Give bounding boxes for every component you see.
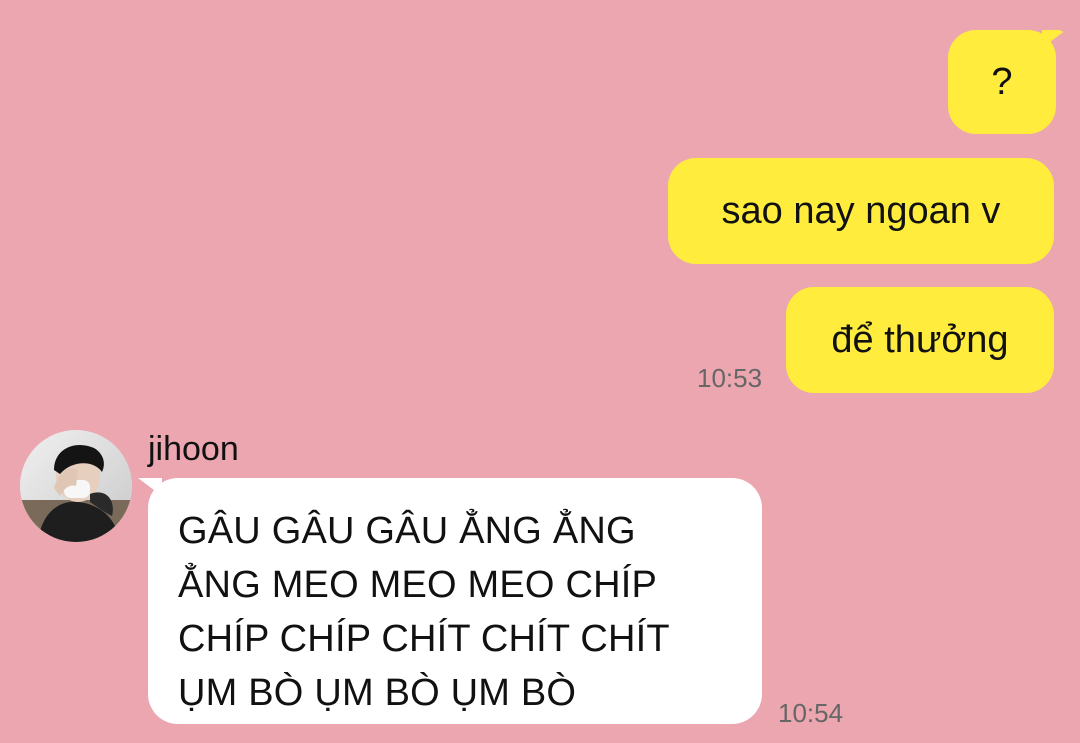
outgoing-message-text: để thưởng [831,319,1009,361]
incoming-message-text: GÂU GÂU GÂU ẲNG ẲNG ẲNG MEO MEO MEO CHÍP… [178,510,670,714]
outgoing-message-text: ? [991,61,1013,103]
avatar-photo [20,430,132,542]
bubble-tail [138,478,162,496]
outgoing-timestamp: 10:53 [697,363,763,393]
outgoing-message-bubble[interactable]: để thưởng [786,287,1054,393]
sender-avatar[interactable] [20,430,132,542]
outgoing-message-text: sao nay ngoan v [721,190,1001,232]
incoming-message-bubble[interactable]: GÂU GÂU GÂU ẲNG ẲNG ẲNG MEO MEO MEO CHÍP… [138,478,762,724]
outgoing-message-bubble[interactable]: ? [948,30,1066,134]
chat-area[interactable]: ? sao nay ngoan v để thưởng 10:53 jihoon… [0,0,1080,743]
bubble-tail [1042,30,1066,48]
incoming-timestamp: 10:54 [778,698,844,728]
outgoing-message-bubble[interactable]: sao nay ngoan v [668,158,1054,264]
sender-name[interactable]: jihoon [148,432,239,466]
